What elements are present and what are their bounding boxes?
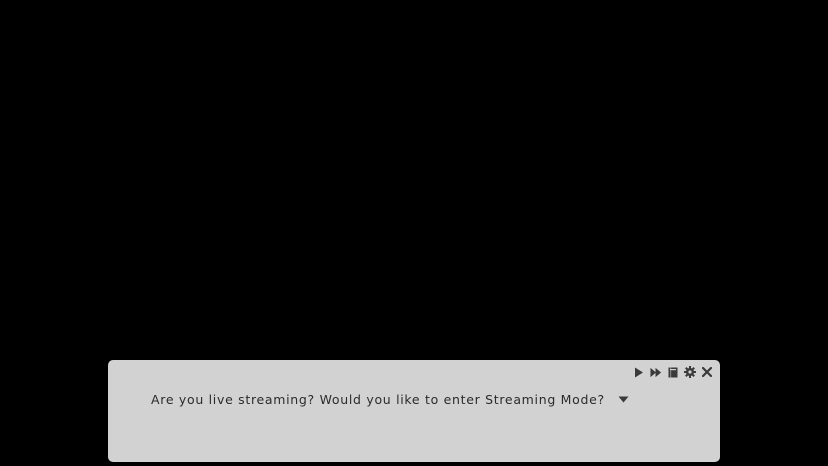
log-icon	[668, 367, 678, 377]
dialog-controls	[633, 365, 713, 379]
log-button[interactable]	[667, 366, 679, 378]
skip-button[interactable]	[650, 366, 662, 378]
fast-forward-icon	[650, 367, 662, 377]
settings-button[interactable]	[684, 366, 696, 378]
play-icon	[635, 367, 643, 377]
gear-icon	[684, 366, 696, 378]
dialog-box[interactable]: Are you live streaming? Would you like t…	[108, 360, 720, 462]
dialog-message-text: Are you live streaming? Would you like t…	[151, 392, 605, 407]
chevron-down-icon[interactable]	[618, 396, 629, 403]
dialog-message: Are you live streaming? Would you like t…	[151, 392, 629, 407]
auto-play-button[interactable]	[633, 366, 645, 378]
close-icon	[702, 367, 712, 377]
close-button[interactable]	[701, 366, 713, 378]
game-screen[interactable]: Are you live streaming? Would you like t…	[0, 0, 828, 466]
